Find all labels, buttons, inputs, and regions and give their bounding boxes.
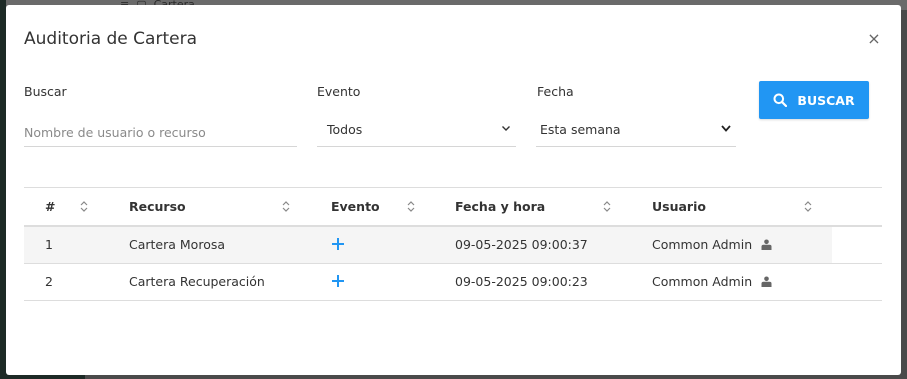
event-select-value: Todos — [327, 122, 363, 137]
row-number: 1 — [45, 237, 53, 252]
sort-icon[interactable] — [406, 200, 416, 213]
row-user: Common Admin — [652, 274, 753, 289]
row-number: 2 — [45, 274, 53, 289]
row-resource: Cartera Morosa — [129, 237, 226, 252]
row-datetime: 09-05-2025 09:00:23 — [455, 274, 588, 289]
modal-title: Auditoria de Cartera — [24, 29, 197, 49]
search-label: Buscar — [24, 84, 67, 99]
header-number[interactable]: # — [45, 188, 55, 225]
chevron-down-icon — [721, 125, 731, 132]
row-resource: Cartera Recuperación — [129, 274, 265, 289]
search-button[interactable]: BUSCAR — [759, 81, 869, 119]
audit-table: # Recurso Evento Fecha y hora Usuario 1 … — [24, 187, 882, 301]
header-event[interactable]: Evento — [331, 188, 380, 225]
sort-icon[interactable] — [803, 200, 813, 213]
close-button[interactable]: × — [864, 29, 884, 49]
sort-icon[interactable] — [281, 200, 291, 213]
event-select[interactable]: Todos — [317, 114, 516, 147]
search-input[interactable] — [24, 119, 297, 147]
row-datetime: 09-05-2025 09:00:37 — [455, 237, 588, 252]
table-row: 1 Cartera Morosa 09-05-2025 09:00:37 Com… — [24, 227, 882, 264]
audit-modal: Auditoria de Cartera × Buscar Evento Tod… — [6, 5, 901, 375]
search-icon — [773, 93, 788, 107]
chevron-down-icon — [502, 126, 510, 131]
sort-icon[interactable] — [79, 200, 89, 213]
date-select-value: Esta semana — [540, 122, 621, 137]
date-label: Fecha — [537, 84, 574, 99]
header-resource[interactable]: Recurso — [129, 188, 186, 225]
table-row: 2 Cartera Recuperación 09-05-2025 09:00:… — [24, 264, 882, 301]
date-select[interactable]: Esta semana — [536, 114, 736, 147]
row-user: Common Admin — [652, 237, 753, 252]
plus-icon[interactable] — [331, 237, 345, 251]
search-button-label: BUSCAR — [797, 92, 855, 108]
event-label: Evento — [317, 84, 361, 99]
plus-icon[interactable] — [331, 274, 345, 288]
header-user[interactable]: Usuario — [652, 188, 706, 225]
sort-icon[interactable] — [602, 200, 612, 213]
user-icon[interactable] — [761, 276, 772, 287]
table-header: # Recurso Evento Fecha y hora Usuario — [24, 188, 882, 227]
header-datetime[interactable]: Fecha y hora — [455, 188, 545, 225]
user-icon[interactable] — [761, 239, 772, 250]
